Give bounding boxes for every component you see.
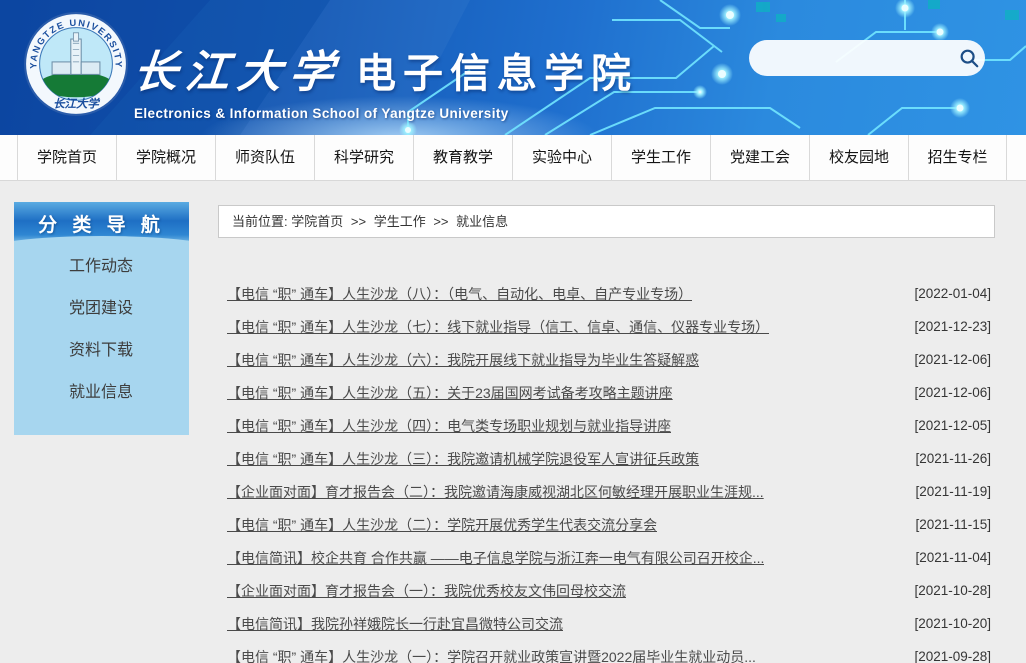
- search-icon: [958, 47, 980, 69]
- breadcrumb-prefix: 当前位置:: [232, 214, 288, 229]
- university-name-calligraphy: 长江大学: [131, 36, 346, 100]
- news-row: 【电信 “职” 通车】人生沙龙（五）：关于23届国网考试备考攻略主题讲座 [20…: [218, 376, 995, 409]
- news-date: [2021-12-23]: [914, 319, 995, 334]
- main-area: 分 类 导 航 工作动态 党团建设 资料下载 就业信息 当前位置: 学院首页 >…: [0, 181, 1026, 663]
- news-date: [2021-11-15]: [915, 517, 995, 532]
- search-bar: [749, 40, 985, 76]
- sidebar-item-employment[interactable]: 就业信息: [14, 372, 189, 414]
- news-row: 【电信简讯】我院孙祥娥院长一行赴宜昌微特公司交流 [2021-10-20]: [218, 607, 995, 640]
- news-list: 【电信 “职” 通车】人生沙龙（八）：（电气、自动化、电卓、自产专业专场） [2…: [218, 277, 995, 663]
- breadcrumb-home[interactable]: 学院首页: [291, 214, 343, 229]
- news-row: 【电信简讯】校企共育 合作共赢 ——电子信息学院与浙江奔一电气有限公司召开校企.…: [218, 541, 995, 574]
- sidebar-header: 分 类 导 航: [14, 202, 189, 244]
- news-date: [2022-01-04]: [914, 286, 995, 301]
- news-row: 【电信 “职” 通车】人生沙龙（八）：（电气、自动化、电卓、自产专业专场） [2…: [218, 277, 995, 310]
- school-name: 电子信息学院: [356, 41, 638, 99]
- news-row: 【电信 “职” 通车】人生沙龙（六）：我院开展线下就业指导为毕业生答疑解惑 [2…: [218, 343, 995, 376]
- news-date: [2021-11-19]: [915, 484, 995, 499]
- sidebar-body: 工作动态 党团建设 资料下载 就业信息: [14, 244, 189, 435]
- news-date: [2021-09-28]: [914, 649, 995, 663]
- breadcrumb-employment[interactable]: 就业信息: [456, 214, 508, 229]
- site-title-block: 长江大学 电子信息学院 Electronics & Information Sc…: [134, 36, 638, 121]
- nav-item-teaching[interactable]: 教育教学: [413, 135, 512, 181]
- site-header: YANGTZE UNIVERSITY 长江大学 长江大学 电子信息学院 Elec…: [0, 0, 1026, 135]
- news-date: [2021-11-04]: [915, 550, 995, 565]
- news-row: 【电信 “职” 通车】人生沙龙（七）：线下就业指导（信工、信卓、通信、仪器专业专…: [218, 310, 995, 343]
- search-button[interactable]: [952, 40, 985, 76]
- sidebar-item-work-news[interactable]: 工作动态: [14, 246, 189, 288]
- university-logo[interactable]: YANGTZE UNIVERSITY 长江大学: [24, 12, 128, 116]
- news-date: [2021-12-05]: [914, 418, 995, 433]
- nav-item-research[interactable]: 科学研究: [314, 135, 413, 181]
- nav-item-home[interactable]: 学院首页: [17, 135, 116, 181]
- breadcrumb-separator: >>: [433, 214, 448, 229]
- news-date: [2021-10-28]: [914, 583, 995, 598]
- news-link[interactable]: 【电信 “职” 通车】人生沙龙（六）：我院开展线下就业指导为毕业生答疑解惑: [218, 350, 699, 370]
- search-input[interactable]: [749, 40, 952, 76]
- school-name-english: Electronics & Information School of Yang…: [134, 106, 638, 121]
- nav-item-overview[interactable]: 学院概况: [116, 135, 215, 181]
- sidebar-item-party-league[interactable]: 党团建设: [14, 288, 189, 330]
- news-date: [2021-12-06]: [914, 385, 995, 400]
- news-date: [2021-11-26]: [915, 451, 995, 466]
- sidebar-item-downloads[interactable]: 资料下载: [14, 330, 189, 372]
- main-nav: 学院首页 学院概况 师资队伍 科学研究 教育教学 实验中心 学生工作 党建工会 …: [0, 135, 1026, 181]
- nav-item-party-union[interactable]: 党建工会: [710, 135, 809, 181]
- content-area: 当前位置: 学院首页 >> 学生工作 >> 就业信息 【电信 “职” 通车】人生…: [218, 205, 995, 663]
- news-link[interactable]: 【电信 “职” 通车】人生沙龙（二）：学院开展优秀学生代表交流分享会: [218, 515, 657, 535]
- news-date: [2021-10-20]: [914, 616, 995, 631]
- sidebar-title: 分 类 导 航: [38, 210, 165, 237]
- news-link[interactable]: 【企业面对面】育才报告会（二）：我院邀请海康威视湖北区何敏经理开展职业生涯规..…: [218, 482, 764, 502]
- news-link[interactable]: 【电信 “职” 通车】人生沙龙（四）：电气类专场职业规划与就业指导讲座: [218, 416, 671, 436]
- news-link[interactable]: 【电信 “职” 通车】人生沙龙（七）：线下就业指导（信工、信卓、通信、仪器专业专…: [218, 317, 769, 337]
- news-link[interactable]: 【电信简讯】校企共育 合作共赢 ——电子信息学院与浙江奔一电气有限公司召开校企.…: [218, 548, 764, 568]
- category-sidebar: 分 类 导 航 工作动态 党团建设 资料下载 就业信息: [14, 202, 189, 435]
- news-date: [2021-12-06]: [914, 352, 995, 367]
- news-row: 【企业面对面】育才报告会（二）：我院邀请海康威视湖北区何敏经理开展职业生涯规..…: [218, 475, 995, 508]
- news-row: 【电信 “职” 通车】人生沙龙（四）：电气类专场职业规划与就业指导讲座 [202…: [218, 409, 995, 442]
- nav-item-admissions[interactable]: 招生专栏: [908, 135, 1007, 181]
- breadcrumb-separator: >>: [351, 214, 366, 229]
- news-row: 【电信 “职” 通车】人生沙龙（二）：学院开展优秀学生代表交流分享会 [2021…: [218, 508, 995, 541]
- breadcrumb: 当前位置: 学院首页 >> 学生工作 >> 就业信息: [218, 205, 995, 238]
- logo-seal-text: 长江大学: [53, 98, 100, 111]
- news-row: 【企业面对面】育才报告会（一）：我院优秀校友文伟回母校交流 [2021-10-2…: [218, 574, 995, 607]
- nav-item-faculty[interactable]: 师资队伍: [215, 135, 314, 181]
- news-row: 【电信 “职” 通车】人生沙龙（一）：学院召开就业政策宣讲暨2022届毕业生就业…: [218, 640, 995, 663]
- nav-item-student-affairs[interactable]: 学生工作: [611, 135, 710, 181]
- nav-item-lab-center[interactable]: 实验中心: [512, 135, 611, 181]
- news-row: 【电信 “职” 通车】人生沙龙（三）：我院邀请机械学院退役军人宣讲征兵政策 [2…: [218, 442, 995, 475]
- breadcrumb-student-affairs[interactable]: 学生工作: [374, 214, 426, 229]
- news-link[interactable]: 【电信 “职” 通车】人生沙龙（五）：关于23届国网考试备考攻略主题讲座: [218, 383, 673, 403]
- news-link[interactable]: 【电信简讯】我院孙祥娥院长一行赴宜昌微特公司交流: [218, 614, 563, 634]
- news-link[interactable]: 【电信 “职” 通车】人生沙龙（八）：（电气、自动化、电卓、自产专业专场）: [218, 284, 692, 304]
- nav-item-alumni[interactable]: 校友园地: [809, 135, 908, 181]
- news-link[interactable]: 【电信 “职” 通车】人生沙龙（一）：学院召开就业政策宣讲暨2022届毕业生就业…: [218, 647, 756, 663]
- news-link[interactable]: 【电信 “职” 通车】人生沙龙（三）：我院邀请机械学院退役军人宣讲征兵政策: [218, 449, 699, 469]
- news-link[interactable]: 【企业面对面】育才报告会（一）：我院优秀校友文伟回母校交流: [218, 581, 626, 601]
